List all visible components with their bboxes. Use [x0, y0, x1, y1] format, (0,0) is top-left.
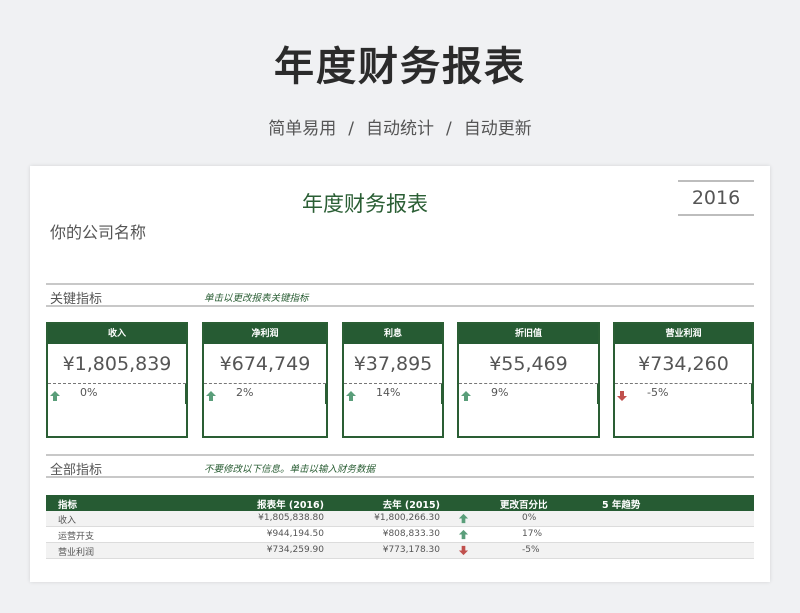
header-metric: 指标	[58, 500, 78, 511]
header-change: 更改百分比	[500, 500, 548, 511]
card-value: ¥55,469	[459, 344, 598, 384]
row-current: ¥944,194.50	[266, 529, 324, 539]
table-row[interactable]: 营业利润 ¥734,259.90 ¥773,178.30 -5%	[46, 543, 754, 559]
report-sheet: 年度财务报表 2016 你的公司名称 关键指标 单击以更改报表关键指标 收入 ¥…	[30, 166, 770, 582]
header-previous-year: 去年 (2015)	[382, 500, 440, 511]
card-change: 2%	[204, 384, 328, 406]
subtitle-separator: /	[446, 119, 452, 139]
subtitle-part: 自动统计	[366, 119, 434, 139]
metric-card-depreciation[interactable]: 折旧值 ¥55,469 9%	[457, 322, 600, 438]
card-change-value: 14%	[376, 386, 401, 399]
card-value: ¥1,805,839	[48, 344, 186, 384]
metric-cards: 收入 ¥1,805,839 0% 净利润 ¥674,749 2% 利息 ¥37,…	[46, 322, 754, 438]
header-trend: 5 年趋势	[602, 500, 641, 511]
card-title: 收入	[48, 324, 186, 344]
metric-card-interest[interactable]: 利息 ¥37,895 14%	[342, 322, 444, 438]
metric-card-revenue[interactable]: 收入 ¥1,805,839 0%	[46, 322, 188, 438]
all-metrics-label: 全部指标	[50, 463, 103, 478]
card-change: 0%	[48, 384, 188, 406]
card-change-value: 0%	[80, 386, 98, 399]
card-value: ¥734,260	[615, 344, 752, 384]
subtitle-separator: /	[348, 119, 354, 139]
arrow-down-icon	[616, 387, 628, 406]
key-metrics-label: 关键指标	[50, 292, 103, 307]
table-row[interactable]: 运营开支 ¥944,194.50 ¥808,833.30 17%	[46, 527, 754, 543]
card-change: 9%	[459, 384, 600, 406]
subtitle-part: 简单易用	[268, 119, 337, 139]
row-previous: ¥773,178.30	[382, 545, 440, 555]
arrow-down-icon	[458, 545, 469, 559]
company-name[interactable]: 你的公司名称	[50, 219, 146, 243]
row-current: ¥1,805,838.80	[258, 513, 324, 523]
row-change: -5%	[522, 545, 540, 555]
row-name: 收入	[58, 516, 77, 526]
card-value: ¥674,749	[204, 344, 326, 384]
hero-title: 年度财务报表	[274, 44, 526, 90]
arrow-up-icon	[49, 387, 61, 406]
metric-card-operating-profit[interactable]: 营业利润 ¥734,260 -5%	[613, 322, 754, 438]
arrow-up-icon	[458, 513, 469, 527]
card-change-value: 2%	[236, 386, 254, 399]
key-metrics-bar: 关键指标 单击以更改报表关键指标	[46, 283, 754, 307]
subtitle-part: 自动更新	[463, 119, 532, 139]
card-title: 折旧值	[459, 324, 598, 344]
arrow-up-icon	[458, 529, 469, 543]
sheet-title[interactable]: 年度财务报表	[30, 188, 700, 218]
hero-subtitle: 简单易用 / 自动统计 / 自动更新	[0, 114, 800, 139]
arrow-up-icon	[345, 387, 357, 406]
row-name: 营业利润	[58, 548, 95, 558]
row-change: 17%	[522, 529, 543, 539]
metrics-table: 指标 报表年 (2016) 去年 (2015) 更改百分比 5 年趋势 收入 ¥…	[46, 495, 754, 559]
card-change-value: -5%	[647, 386, 669, 399]
all-metrics-hint[interactable]: 不要修改以下信息。单击以输入财务数据	[204, 461, 375, 475]
card-title: 利息	[344, 324, 442, 344]
row-change: 0%	[522, 513, 537, 523]
table-row[interactable]: 收入 ¥1,805,838.80 ¥1,800,266.30 0%	[46, 511, 754, 527]
card-title: 净利润	[204, 324, 326, 344]
table-header: 指标 报表年 (2016) 去年 (2015) 更改百分比 5 年趋势	[46, 495, 754, 511]
card-change: 14%	[344, 384, 444, 406]
row-previous: ¥808,833.30	[382, 529, 440, 539]
metric-card-net-profit[interactable]: 净利润 ¥674,749 2%	[202, 322, 328, 438]
row-current: ¥734,259.90	[266, 545, 324, 555]
arrow-up-icon	[460, 387, 472, 406]
card-title: 营业利润	[615, 324, 752, 344]
report-year[interactable]: 2016	[678, 180, 754, 216]
card-change: -5%	[615, 384, 754, 406]
card-value: ¥37,895	[344, 344, 442, 384]
row-name: 运营开支	[58, 532, 95, 542]
table-body: 收入 ¥1,805,838.80 ¥1,800,266.30 0% 运营开支 ¥…	[46, 511, 754, 559]
card-change-value: 9%	[491, 386, 509, 399]
arrow-up-icon	[205, 387, 217, 406]
all-metrics-bar: 全部指标 不要修改以下信息。单击以输入财务数据	[46, 454, 754, 478]
key-metrics-hint[interactable]: 单击以更改报表关键指标	[204, 290, 309, 304]
row-previous: ¥1,800,266.30	[374, 513, 440, 523]
header-current-year: 报表年 (2016)	[257, 500, 324, 511]
